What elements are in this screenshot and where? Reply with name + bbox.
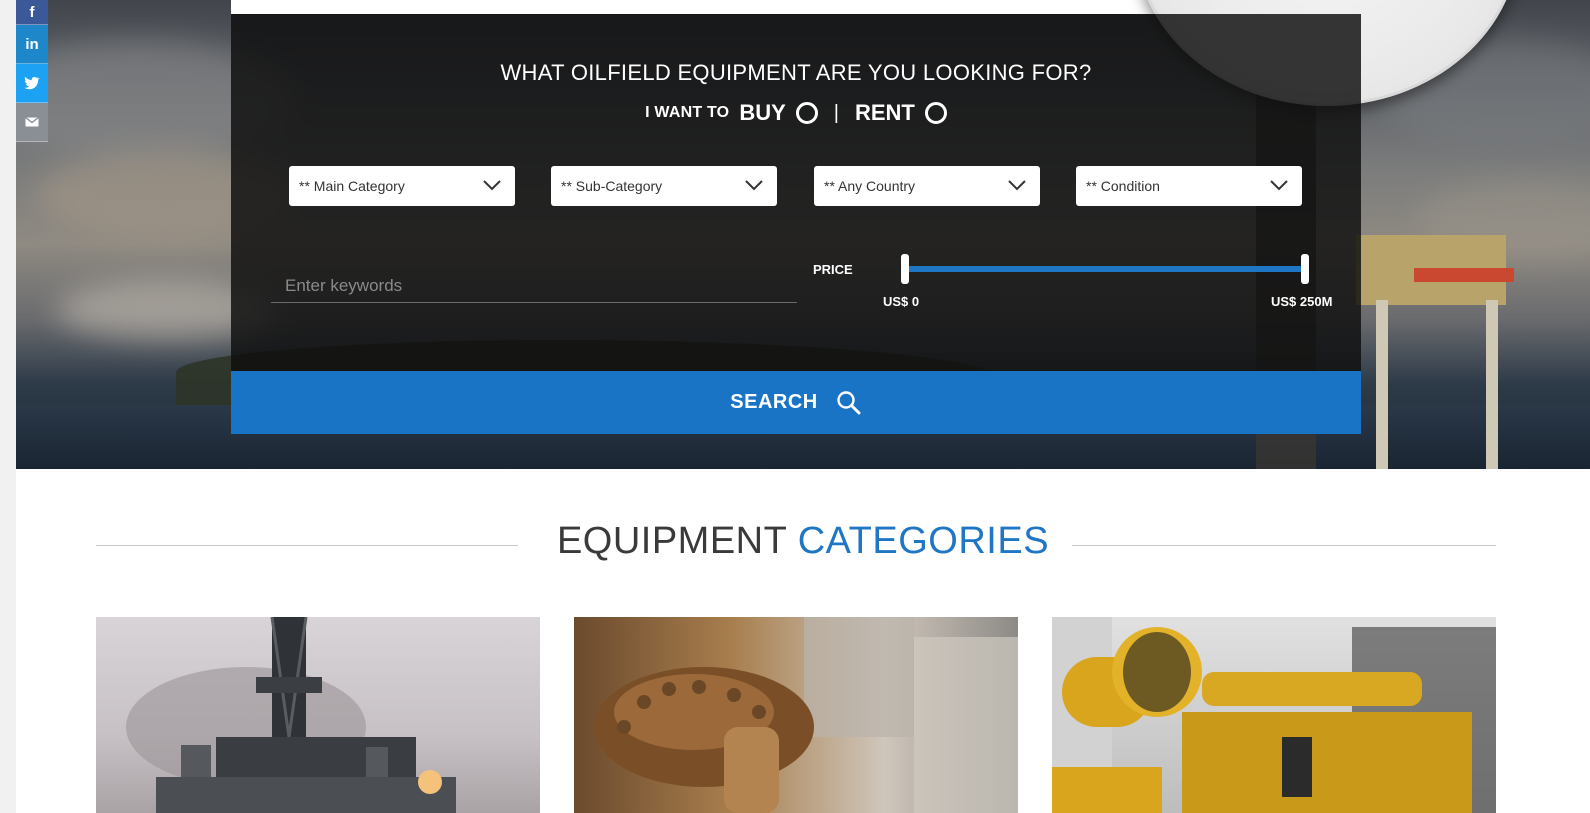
slider-fill (905, 266, 1305, 272)
sub-category-select[interactable]: ** Sub-Category (551, 166, 777, 206)
search-question: WHAT OILFIELD EQUIPMENT ARE YOU LOOKING … (500, 60, 1092, 85)
price-label: PRICE (813, 262, 853, 277)
condition-select-value: ** Condition (1086, 178, 1160, 194)
heading-rule-left (96, 545, 518, 546)
mail-icon (25, 117, 39, 127)
price-max-label: US$ 250M (1271, 294, 1333, 309)
mode-prefix: I WANT TO (645, 104, 730, 121)
buy-label: BUY (739, 100, 786, 125)
facebook-icon: f (29, 3, 35, 21)
linkedin-icon: in (25, 35, 39, 53)
rent-label: RENT (854, 100, 915, 125)
email-share-button[interactable] (16, 103, 48, 142)
category-card-engines[interactable] (1052, 617, 1496, 813)
engine-image (1052, 617, 1496, 813)
price-min-label: US$ 0 (883, 294, 920, 309)
category-card-drilling-rig[interactable] (96, 617, 540, 813)
drill-bit-image (594, 617, 1018, 813)
condition-select[interactable]: ** Condition (1076, 166, 1302, 206)
sub-category-select-value: ** Sub-Category (561, 178, 663, 194)
country-select[interactable]: ** Any Country (814, 166, 1040, 206)
hero-banner: WHAT OILFIELD EQUIPMENT ARE YOU LOOKING … (16, 0, 1590, 469)
main-category-select-value: ** Main Category (299, 178, 405, 194)
main-category-select[interactable]: ** Main Category (289, 166, 515, 206)
linkedin-share-button[interactable]: in (16, 25, 48, 64)
search-button[interactable]: SEARCH (231, 371, 1361, 434)
search-button-label: SEARCH (730, 391, 818, 413)
category-card-drill-bits[interactable] (574, 617, 1018, 813)
twitter-share-button[interactable] (16, 64, 48, 103)
rent-radio[interactable] (924, 102, 947, 124)
chevron-down-icon (745, 180, 763, 191)
facebook-share-button[interactable]: f (16, 0, 48, 25)
heading-word-2: CATEGORIES (797, 520, 1050, 562)
price-range-slider[interactable] (901, 254, 1309, 284)
chevron-down-icon (1270, 180, 1288, 191)
drilling-rig-image (126, 617, 456, 813)
equipment-categories-heading: EQUIPMENT CATEGORIES (16, 520, 1590, 563)
keywords-input[interactable] (271, 269, 797, 303)
page: WHAT OILFIELD EQUIPMENT ARE YOU LOOKING … (16, 0, 1590, 813)
buy-radio[interactable] (795, 102, 818, 124)
slider-handle-min[interactable] (901, 254, 909, 284)
chevron-down-icon (1008, 180, 1026, 191)
country-select-value: ** Any Country (824, 178, 916, 194)
mode-separator: | (833, 101, 839, 124)
heading-rule-right (1072, 545, 1496, 546)
heading-word-1: EQUIPMENT (556, 520, 787, 562)
search-icon (837, 390, 861, 414)
social-share-bar: f in (16, 0, 48, 142)
buy-rent-selector: I WANT TO BUY | RENT (231, 100, 1361, 126)
chevron-down-icon (483, 180, 501, 191)
twitter-icon (24, 76, 40, 90)
slider-handle-max[interactable] (1301, 254, 1309, 284)
search-panel: WHAT OILFIELD EQUIPMENT ARE YOU LOOKING … (231, 14, 1361, 371)
